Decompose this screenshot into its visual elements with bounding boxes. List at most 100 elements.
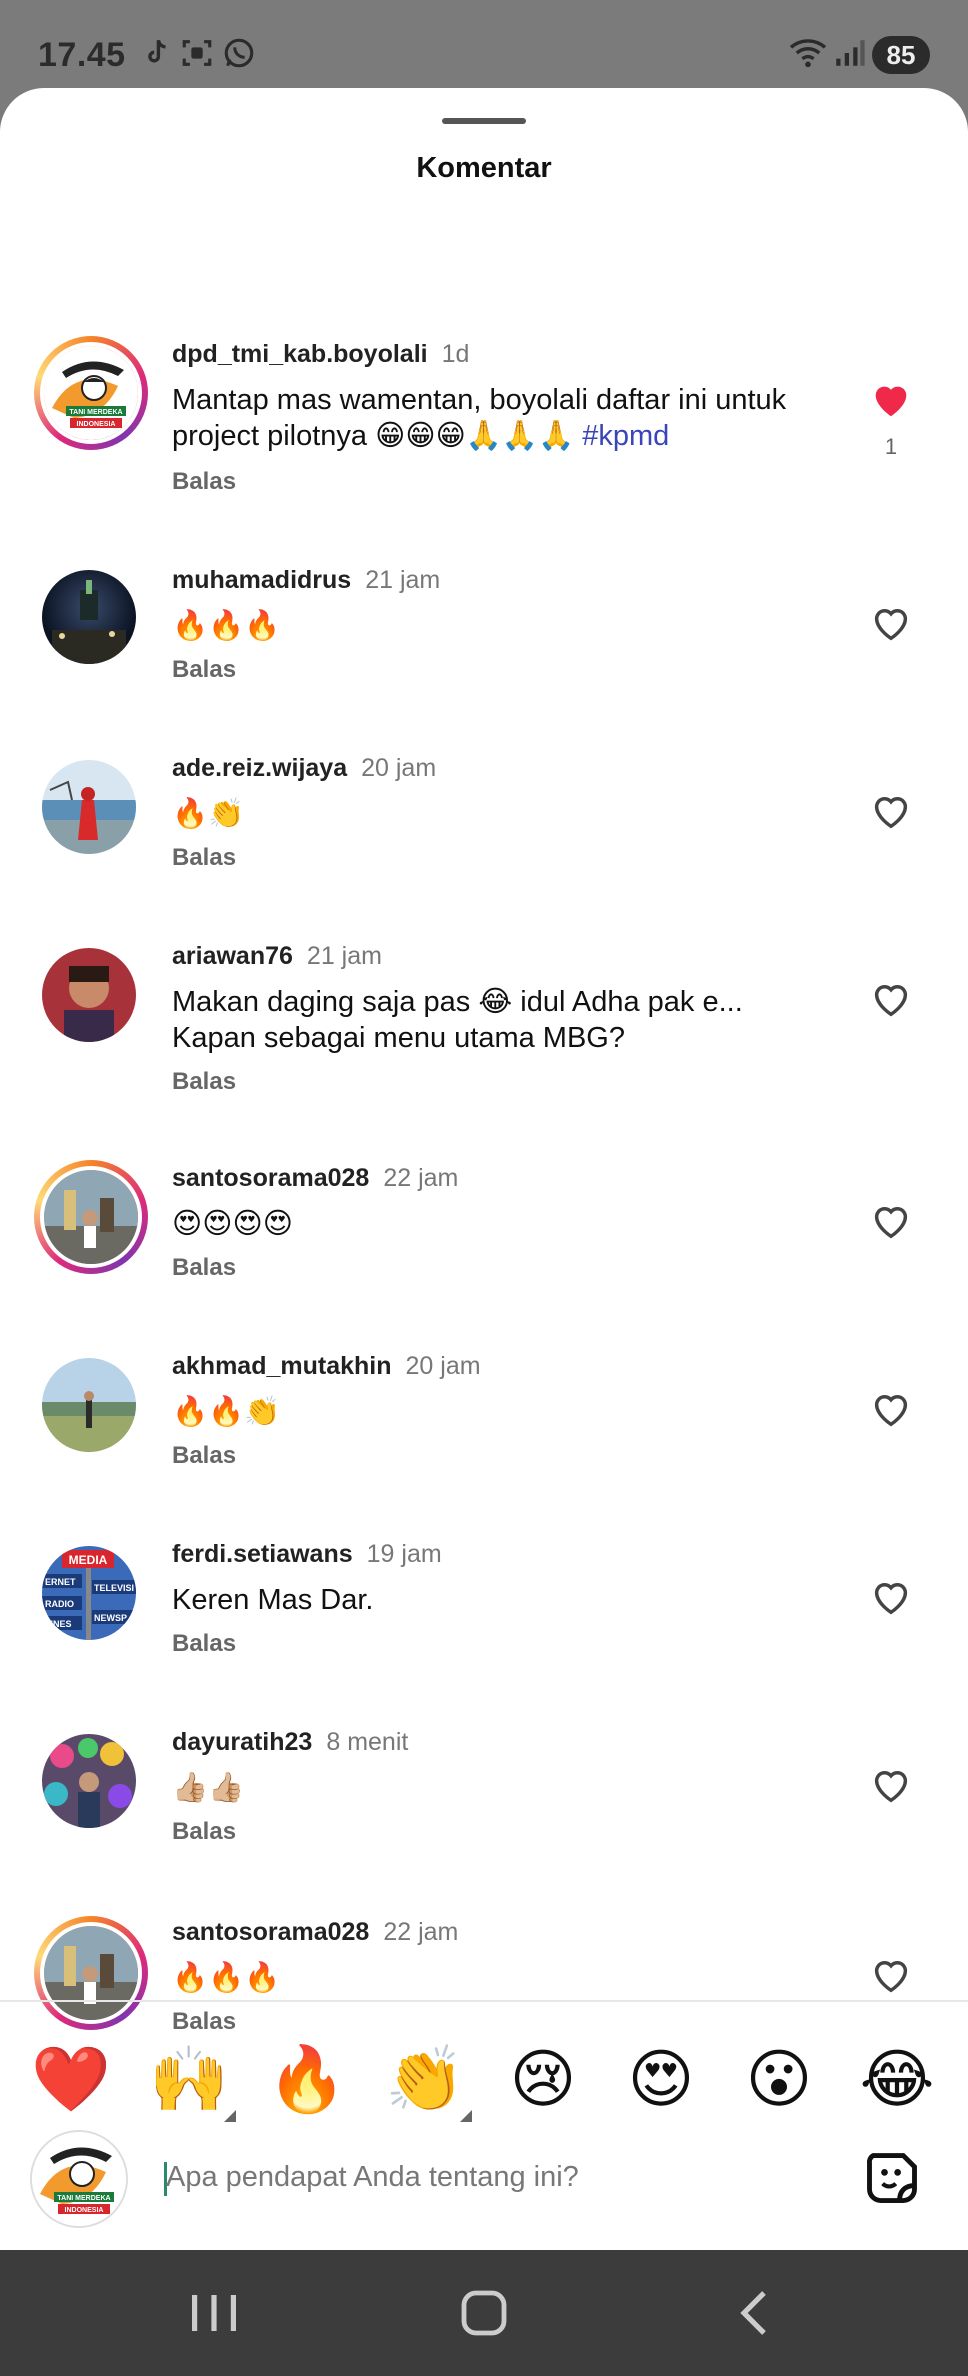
avatar[interactable] [34,1350,148,1464]
reaction-laughing[interactable]: 😂 [854,2036,940,2122]
username-text[interactable]: dpd_tmi_kab.boyolali [172,340,428,368]
reaction-fire[interactable]: 🔥 [264,2036,350,2122]
avatar-image [42,1358,136,1452]
drag-handle[interactable] [442,118,526,124]
comment-time: 1d [441,340,470,368]
comment-time: 20 jam [405,1352,481,1380]
comment-time: 8 menit [326,1728,409,1756]
reply-button[interactable]: Balas [172,1442,236,1470]
reaction-crying[interactable]: 😢 [500,2036,586,2122]
heart-icon[interactable] [868,600,914,646]
username-text[interactable]: dayuratih23 [172,1728,312,1756]
comment-input[interactable] [166,2156,826,2198]
reaction-clap[interactable]: 👏 [382,2036,472,2122]
comment-username[interactable]: ariawan76 21 jam [172,942,382,971]
comment-username[interactable]: dayuratih23 8 menit [172,1728,408,1757]
username-text[interactable]: akhmad_mutakhin [172,1352,392,1380]
screenshot-icon [182,40,212,66]
home-icon[interactable] [454,2288,514,2338]
reaction-heart-eyes[interactable]: 😍 [618,2036,704,2122]
heart-icon[interactable] [868,1198,914,1244]
username-text[interactable]: ade.reiz.wijaya [172,754,347,782]
heart-icon[interactable] [868,976,914,1022]
sticker-icon[interactable] [862,2148,922,2208]
avatar[interactable] [34,1916,148,2030]
heart-icon[interactable] [868,1574,914,1620]
avatar[interactable] [34,562,148,676]
avatar-image [42,1734,136,1828]
comment-username[interactable]: dpd_tmi_kab.boyolali 1d [172,340,469,369]
recent-apps-icon[interactable] [184,2288,244,2338]
heart-icon[interactable] [868,1952,914,1998]
comment-text: 🔥🔥🔥 [172,1962,281,1994]
heart-icon[interactable] [868,788,914,834]
comment-username[interactable]: santosorama028 22 jam [172,1164,458,1193]
reply-button[interactable]: Balas [172,1068,236,1096]
back-icon[interactable] [726,2288,786,2338]
username-text[interactable]: santosorama028 [172,1918,369,1946]
wifi-icon [789,39,827,68]
comment-time: 20 jam [361,754,437,782]
comment-username[interactable]: akhmad_mutakhin 20 jam [172,1352,481,1381]
tani-merdeka-logo: TANI MERDEKA INDONESIA [44,346,138,440]
avatar-image [42,948,136,1042]
heart-icon[interactable] [868,1762,914,1808]
comment-text: 😍😍😍😍 [172,1208,293,1240]
media-sign-text: MEDIA [69,1553,108,1567]
avatar[interactable] [34,940,148,1054]
battery-indicator: 85 [872,36,930,74]
like-count: 1 [884,434,898,459]
comments-sheet: Komentar TANI MERDEKA INDONESIA dpd_tmi_… [0,88,968,2250]
comment-composer: TANI MERDEKA INDONESIA [0,2118,968,2228]
comment-username[interactable]: ade.reiz.wijaya 20 jam [172,754,436,783]
avatar[interactable] [34,1726,148,1840]
hashtag-link[interactable]: #kpmd [582,420,669,452]
comment-text: 👍🏼👍🏼 [172,1772,245,1804]
comment-time: 22 jam [383,1918,459,1946]
comment-text: 🔥🔥🔥 [172,610,281,642]
quick-reaction-bar: ❤️ 🙌 🔥 👏 😢 😍 😮 😂 [0,2036,968,2126]
avatar-image: MEDIA ERNET TELEVISI RADIO ZINES NEWSP [42,1546,136,1640]
comment-time: 21 jam [365,566,441,594]
comment-text: Makan daging saja pas 😂 idul Adha pak e.… [172,986,743,1054]
avatar-image: TANI MERDEKA INDONESIA [40,342,142,444]
reply-button[interactable]: Balas [172,656,236,684]
username-text[interactable]: ariawan76 [172,942,293,970]
reply-button[interactable]: Balas [172,844,236,872]
comment-body: Mantap mas wamentan, boyolali daftar ini… [172,384,787,452]
avatar[interactable]: MEDIA ERNET TELEVISI RADIO ZINES NEWSP [34,1538,148,1652]
avatar[interactable] [34,1160,148,1274]
reaction-glyph: 👏 [385,2043,465,2115]
avatar[interactable]: TANI MERDEKA INDONESIA [34,336,148,450]
username-text[interactable]: muhamadidrus [172,566,351,594]
reaction-raised-hands[interactable]: 🙌 [146,2036,236,2122]
reply-button[interactable]: Balas [172,468,236,496]
comment-username[interactable]: muhamadidrus 21 jam [172,566,440,595]
heart-icon[interactable] [868,1386,914,1432]
avatar-image [40,1166,142,1268]
heart-filled-icon[interactable] [868,376,914,422]
status-time: 17.45 [38,36,126,74]
tiktok-icon [148,39,166,63]
comment-text: 🔥🔥👏 [172,1396,281,1428]
reaction-surprised[interactable]: 😮 [736,2036,822,2122]
comment-username[interactable]: ferdi.setiawans 19 jam [172,1540,442,1569]
username-text[interactable]: santosorama028 [172,1164,369,1192]
comment-text: Keren Mas Dar. [172,1584,374,1616]
username-text[interactable]: ferdi.setiawans [172,1540,353,1568]
reply-button[interactable]: Balas [172,1254,236,1282]
comment-text: Mantap mas wamentan, boyolali daftar ini… [172,382,832,454]
comment-text: 🔥👏 [172,798,245,830]
comment-username[interactable]: santosorama028 22 jam [172,1918,458,1947]
avatar-image [40,1922,142,2024]
reply-button[interactable]: Balas [172,1818,236,1846]
newspaper-sign-text: NEWSP [94,1613,127,1623]
reply-button[interactable]: Balas [172,1630,236,1658]
reply-button[interactable]: Balas [172,2008,236,2036]
reaction-heart[interactable]: ❤️ [28,2036,114,2122]
whatsapp-icon [224,38,254,68]
avatar-image [42,570,136,664]
reaction-glyph: 🙌 [149,2043,229,2115]
logo-text-line2: INDONESIA [77,421,116,428]
avatar[interactable] [34,752,148,866]
